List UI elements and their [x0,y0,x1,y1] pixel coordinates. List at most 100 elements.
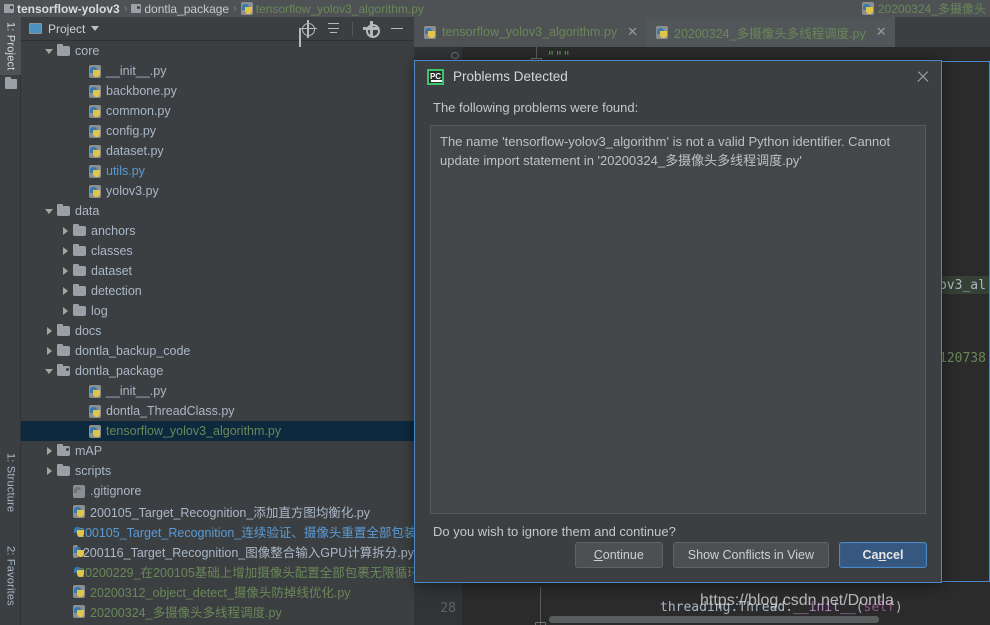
horizontal-scrollbar[interactable] [549,616,879,623]
close-icon[interactable]: ✕ [876,24,887,40]
tree-row[interactable]: dontla_ThreadClass.py [21,401,414,421]
tree-row[interactable]: detection [21,281,414,301]
tree-row-label: dataset [91,264,133,278]
tree-row[interactable]: tensorflow_yolov3_algorithm.py [21,421,414,441]
tree-row-label: 20200324_多摄像头多线程调度.py [90,605,282,620]
tree-row[interactable]: common.py [21,101,414,121]
cancel-button-label: Ca [862,548,879,562]
tree-row-label: dontla_package [75,364,164,378]
chevron-right-icon[interactable] [45,346,55,356]
project-tool-window: Project core __init__.py backbone.py common… [21,17,414,625]
breadcrumb-label: tensorflow-yolov3 [17,1,120,16]
chevron-right-icon[interactable] [61,226,71,236]
tree-row[interactable]: classes [21,241,414,261]
dialog-detail-textarea[interactable]: The name 'tensorflow-yolov3_algorithm' i… [430,125,926,514]
tree-row[interactable]: docs [21,321,414,341]
editor-tab-20200324-multicam[interactable]: 20200324_多摄像头多线程调度.py ✕ [646,17,895,47]
chevron-right-icon[interactable] [45,446,55,456]
tree-row[interactable]: core [21,41,414,61]
python-file-icon [89,424,101,438]
chevron-right-icon[interactable] [61,286,71,296]
chevron-down-icon[interactable] [45,46,55,56]
tree-row-label: scripts [75,464,112,478]
breadcrumb: tensorflow-yolov3 › dontla_package › ten… [0,0,990,17]
chevron-down-icon[interactable] [45,366,55,376]
tree-row[interactable]: dataset.py [21,141,414,161]
package-icon [131,4,142,13]
gear-icon[interactable] [363,21,380,38]
show-conflicts-button[interactable]: Show Conflicts in View [672,542,829,568]
python-file-icon [73,504,85,518]
tree-row[interactable]: utils.py [21,161,414,181]
tree-row[interactable]: config.py [21,121,414,141]
continue-button[interactable]: Continue [574,542,663,568]
sidebar-tab-structure[interactable]: 1: Structure [0,447,21,519]
tree-row[interactable]: 200105_Target_Recognition_添加直方图均衡化.py [21,501,414,521]
folder-icon [57,464,70,476]
tree-row[interactable]: dontla_backup_code [21,341,414,361]
tree-row[interactable]: 20200324_多摄像头多线程调度.py [21,601,414,621]
editor-tab-label: 20200324_多摄像头多线程调度.py [674,26,866,41]
editor-tab-tensorflow-yolov3-algorithm[interactable]: tensorflow_yolov3_algorithm.py ✕ [414,17,646,47]
sidebar-tab-favorites[interactable]: 2: Favorites [0,537,21,615]
python-file-icon [89,144,101,158]
chevron-right-icon[interactable] [45,466,55,476]
project-view-icon [29,23,42,34]
chevron-right-icon[interactable] [45,326,55,336]
chevron-right-icon[interactable] [61,266,71,276]
tree-row[interactable]: __init__.py [21,381,414,401]
breadcrumb-item-file[interactable]: tensorflow_yolov3_algorithm.py [240,2,424,16]
minimize-icon[interactable] [389,21,405,37]
tree-row[interactable]: log [21,301,414,321]
tree-row[interactable]: .gitignore [21,481,414,501]
close-icon[interactable]: ✕ [627,24,638,40]
tree-row[interactable]: dataset [21,261,414,281]
breadcrumb-right-item[interactable]: 20200324_多摄像头 [857,0,990,17]
folder-icon [73,264,86,276]
tree-row-label: core [75,44,100,58]
tree-row[interactable]: anchors [21,221,414,241]
chevron-down-icon[interactable] [91,26,100,31]
tree-row[interactable]: backbone.py [21,81,414,101]
chevron-right-icon[interactable] [61,246,71,256]
tree-row[interactable]: 20200312_object_detect_摄像头防掉线优化.py [21,581,414,601]
continue-button-label: ontinue [602,548,644,562]
sidebar-tab-project[interactable]: 1: Project [0,17,21,75]
chevron-down-icon[interactable] [45,206,55,216]
tree-row[interactable]: data [21,201,414,221]
tree-row-label: common.py [106,104,171,118]
editor-tab-bar: tensorflow_yolov3_algorithm.py ✕ 2020032… [414,17,990,47]
tree-row[interactable]: mAP [21,441,414,461]
close-icon[interactable] [915,69,931,85]
tree-row[interactable]: convert_weight.py [21,621,414,625]
python-file-icon [424,25,436,39]
tree-row[interactable]: __init__.py [21,61,414,81]
breadcrumb-item-project[interactable]: tensorflow-yolov3 [4,2,120,16]
folder-icon [73,244,86,256]
collapse-all-icon[interactable] [326,21,342,37]
tree-row[interactable]: dontla_package [21,361,414,381]
breadcrumb-item-package[interactable]: dontla_package [131,2,229,16]
package-folder-icon [57,444,70,456]
python-file-icon [73,604,85,618]
tree-row-label: 200116_Target_Recognition_图像整合输入GPU计算拆分.… [82,545,414,560]
tree-row[interactable]: 200105_Target_Recognition_连续验证、摄像头重置全部包装… [21,521,414,541]
tree-row[interactable]: 20200229_在200105基础上增加摄像头配置全部包裹无限循环， [21,561,414,581]
chevron-right-icon[interactable] [61,306,71,316]
module-icon [4,4,14,13]
cancel-button[interactable]: Ca n cel [839,542,927,568]
project-file-tree[interactable]: core __init__.py backbone.py common.py confi… [21,41,414,625]
tree-row[interactable]: yolov3.py [21,181,414,201]
package-folder-icon [57,364,70,376]
tree-row[interactable]: scripts [21,461,414,481]
toolbar-divider [352,21,353,36]
python-file-icon [240,2,253,15]
tree-row[interactable]: 200116_Target_Recognition_图像整合输入GPU计算拆分.… [21,541,414,561]
locate-target-icon[interactable] [299,19,317,38]
